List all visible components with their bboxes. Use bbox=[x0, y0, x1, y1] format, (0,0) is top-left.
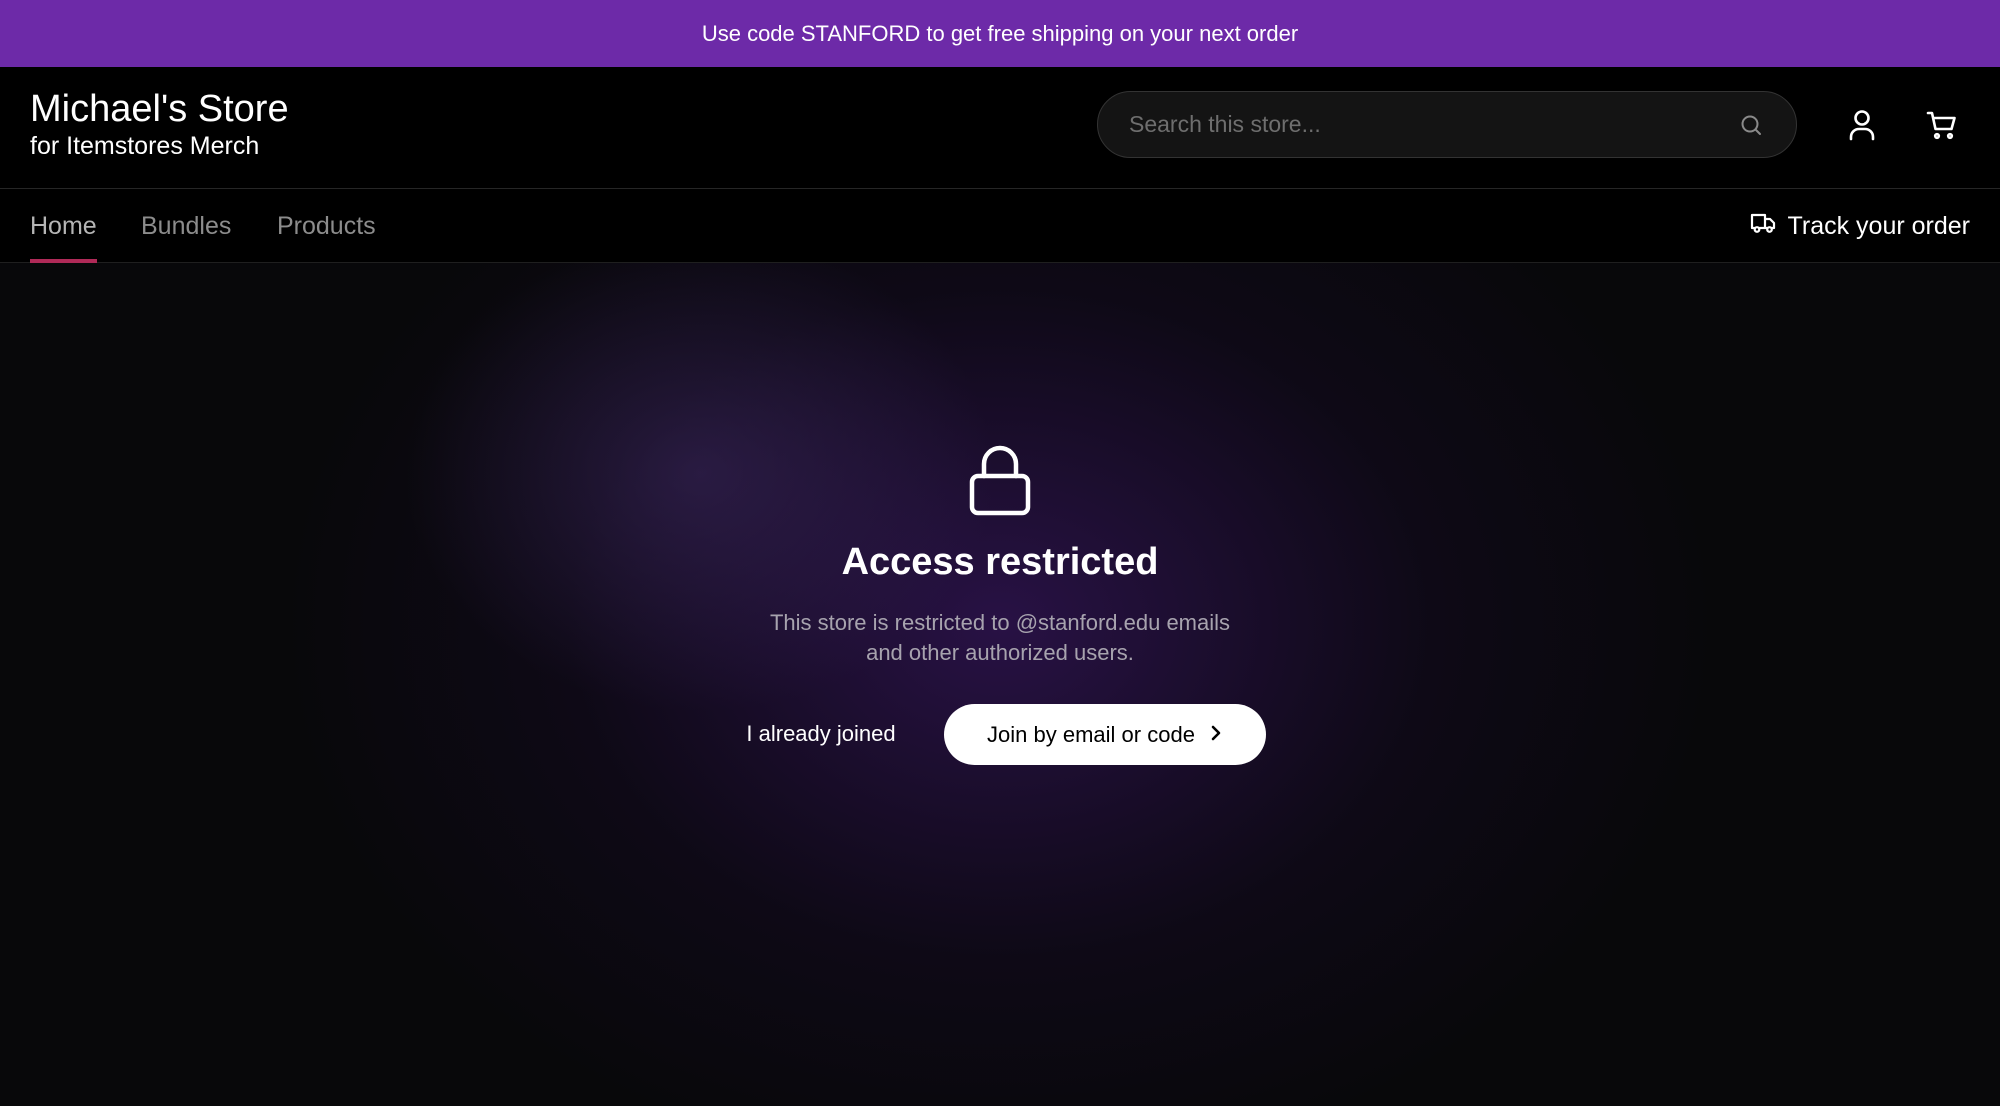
main-nav: Home Bundles Products Track your order bbox=[0, 190, 2000, 263]
store-name[interactable]: Michael's Store bbox=[30, 88, 289, 132]
nav-item-label: Bundles bbox=[141, 212, 232, 240]
restriction-description: This store is restricted to @stanford.ed… bbox=[700, 608, 1300, 668]
lock-icon bbox=[965, 445, 1035, 517]
search-bar bbox=[1097, 91, 1797, 158]
site-header: Michael's Store for Itemstores Merch bbox=[0, 67, 2000, 189]
promo-banner-text: Use code STANFORD to get free shipping o… bbox=[701, 20, 1299, 46]
nav-item-label: Products bbox=[277, 212, 376, 240]
store-subtitle: for Itemstores Merch bbox=[30, 132, 260, 160]
nav-item-bundles[interactable]: Bundles bbox=[141, 190, 231, 263]
description-line: This store is restricted to @stanford.ed… bbox=[769, 610, 1231, 635]
track-order-label: Track your order bbox=[1787, 212, 1970, 240]
nav-item-products[interactable]: Products bbox=[277, 190, 376, 263]
description-line: and other authorized users. bbox=[866, 640, 1134, 665]
access-restricted-panel: Access restricted This store is restrict… bbox=[0, 263, 2000, 1106]
chevron-right-icon bbox=[1209, 722, 1223, 748]
already-joined-button[interactable]: I already joined bbox=[725, 704, 917, 764]
nav-item-label: Home bbox=[30, 212, 97, 240]
track-order-link[interactable]: Track your order bbox=[1750, 190, 1970, 263]
promo-banner: Use code STANFORD to get free shipping o… bbox=[0, 0, 2000, 67]
cart-icon[interactable] bbox=[1923, 106, 1961, 144]
join-button-label: Join by email or code bbox=[987, 721, 1195, 747]
nav-item-home[interactable]: Home bbox=[30, 190, 97, 263]
search-input[interactable] bbox=[1098, 92, 1733, 157]
join-button[interactable]: Join by email or code bbox=[944, 704, 1266, 765]
truck-icon bbox=[1750, 212, 1776, 241]
page-title: Access restricted bbox=[841, 541, 1159, 583]
user-icon[interactable] bbox=[1843, 106, 1881, 144]
search-icon[interactable] bbox=[1733, 107, 1769, 143]
